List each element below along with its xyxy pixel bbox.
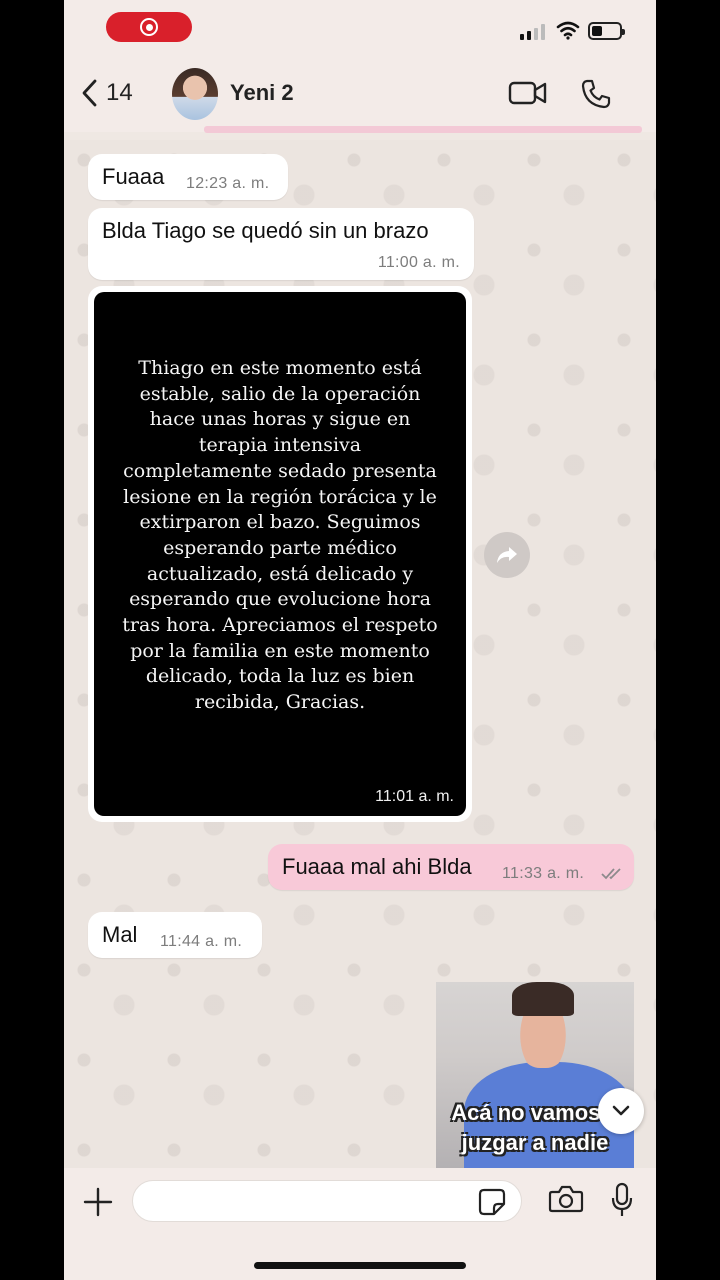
image-text: Thiago en este momento está estable, sal… bbox=[122, 357, 438, 714]
battery-icon bbox=[588, 22, 625, 40]
message-text: Fuaaa mal ahi Blda bbox=[282, 854, 472, 879]
forward-arrow-icon bbox=[497, 547, 517, 563]
wifi-icon bbox=[556, 21, 580, 40]
chat-header: 14 Yeni 2 bbox=[64, 60, 656, 132]
composer-bar bbox=[64, 1168, 656, 1280]
sticker-icon[interactable] bbox=[478, 1188, 506, 1216]
message-text: Mal bbox=[102, 922, 138, 947]
message-time: 11:01 a. m. bbox=[375, 788, 454, 805]
message-bubble-incoming[interactable]: Mal 11:44 a. m. bbox=[88, 912, 262, 958]
image-message[interactable]: Thiago en este momento está estable, sal… bbox=[88, 286, 472, 822]
video-overlay[interactable]: Acá no vamos a juzgar a nadie bbox=[436, 982, 634, 1168]
status-bar bbox=[64, 0, 656, 60]
video-person-hair bbox=[512, 982, 574, 1016]
message-bubble-incoming[interactable]: Blda Tiago se quedó sin un brazo 11:00 a… bbox=[88, 208, 474, 280]
contact-avatar[interactable] bbox=[172, 68, 218, 120]
chevron-down-icon bbox=[612, 1105, 630, 1116]
chat-screen: 14 Yeni 2 Fuaaa 12:23 a. m. Blda Tiago s… bbox=[64, 0, 656, 1280]
plus-icon[interactable] bbox=[82, 1186, 114, 1218]
header-accent-line bbox=[204, 126, 642, 133]
microphone-icon[interactable] bbox=[610, 1182, 634, 1218]
unread-count: 14 bbox=[106, 79, 133, 106]
image-attachment[interactable]: Thiago en este momento está estable, sal… bbox=[94, 292, 466, 816]
scroll-down-button[interactable] bbox=[598, 1088, 644, 1134]
screen-recording-indicator[interactable] bbox=[106, 12, 192, 42]
home-indicator[interactable] bbox=[254, 1262, 466, 1269]
cellular-signal-icon bbox=[520, 24, 545, 40]
message-bubble-outgoing[interactable]: Fuaaa mal ahi Blda 11:33 a. m. bbox=[268, 844, 634, 890]
message-time: 11:00 a. m. bbox=[377, 254, 460, 271]
message-text: Fuaaa bbox=[102, 164, 165, 189]
phone-call-icon[interactable] bbox=[580, 78, 612, 110]
chevron-left-icon bbox=[82, 79, 97, 107]
record-icon bbox=[140, 18, 158, 36]
message-input[interactable] bbox=[132, 1180, 522, 1222]
video-call-icon[interactable] bbox=[508, 78, 548, 108]
message-text: Blda Tiago se quedó sin un brazo bbox=[102, 218, 429, 243]
camera-icon[interactable] bbox=[548, 1184, 584, 1214]
back-button[interactable]: 14 bbox=[80, 78, 133, 108]
message-time: 11:33 a. m. bbox=[502, 865, 585, 882]
message-time: 11:44 a. m. bbox=[160, 933, 243, 950]
read-receipt-icon bbox=[601, 868, 621, 880]
forward-button[interactable] bbox=[484, 532, 530, 578]
contact-name[interactable]: Yeni 2 bbox=[230, 80, 294, 106]
message-bubble-incoming[interactable]: Fuaaa 12:23 a. m. bbox=[88, 154, 288, 200]
message-time: 12:23 a. m. bbox=[186, 175, 270, 192]
